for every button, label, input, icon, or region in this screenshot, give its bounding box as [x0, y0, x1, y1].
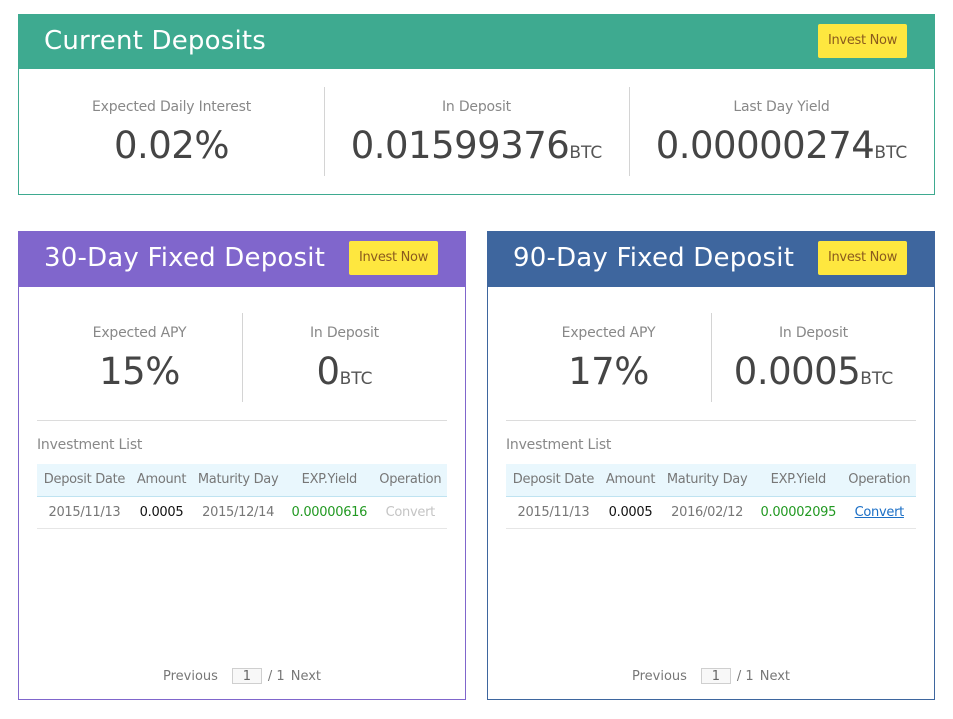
cell-exp-yield: 0.00000616	[285, 496, 374, 529]
stat-expected-apy: Expected APY 15%	[37, 313, 242, 403]
investment-list-title: Investment List	[506, 437, 612, 453]
column-exp-yield: EXP.Yield	[754, 464, 843, 497]
column-amount: Amount	[131, 464, 192, 497]
stat-label: Expected APY	[561, 325, 656, 341]
cell-amount: 0.0005	[131, 496, 192, 529]
stat-label: In Deposit	[779, 325, 848, 341]
fixed-deposit-30-panel: 30-Day Fixed Deposit Invest Now Expected…	[18, 231, 466, 700]
column-exp-yield: EXP.Yield	[285, 464, 374, 497]
stat-value: 0.01599376BTC	[324, 124, 629, 175]
table-row: 2015/11/13 0.0005 2015/12/14 0.00000616 …	[37, 496, 447, 529]
stat-number: 0.00000274	[655, 124, 875, 167]
fixed-deposit-90-panel: 90-Day Fixed Deposit Invest Now Expected…	[487, 231, 935, 700]
cell-deposit-date: 2015/11/13	[37, 496, 132, 529]
investment-table: Deposit Date Amount Maturity Day EXP.Yie…	[506, 464, 916, 529]
panel-title: 30-Day Fixed Deposit	[44, 243, 326, 273]
stat-label: In Deposit	[442, 99, 511, 115]
stat-in-deposit: In Deposit 0.01599376BTC	[324, 87, 629, 177]
stat-value: 0BTC	[242, 350, 447, 401]
panel-title: Current Deposits	[44, 26, 267, 56]
panel-title: 90-Day Fixed Deposit	[513, 243, 795, 273]
stat-value: 15%	[37, 350, 242, 401]
stats-row: Expected APY 17% In Deposit 0.0005BTC	[488, 313, 934, 403]
stat-value: 0.0005BTC	[711, 350, 916, 401]
page-total: / 1	[736, 668, 754, 684]
cell-exp-yield: 0.00002095	[754, 496, 843, 529]
cell-amount: 0.0005	[600, 496, 661, 529]
column-maturity-day: Maturity Day	[191, 464, 286, 497]
fixed-deposit-30-header: 30-Day Fixed Deposit Invest Now	[18, 231, 466, 287]
next-page-link[interactable]: Next	[760, 669, 790, 684]
column-maturity-day: Maturity Day	[660, 464, 755, 497]
pagination: Previous / 1 Next	[19, 668, 465, 684]
stat-unit: BTC	[339, 369, 373, 389]
invest-now-button[interactable]: Invest Now	[818, 24, 907, 58]
invest-now-button[interactable]: Invest Now	[818, 241, 907, 275]
fixed-deposit-90-header: 90-Day Fixed Deposit Invest Now	[487, 231, 935, 287]
page-total: / 1	[267, 668, 285, 684]
previous-page-link[interactable]: Previous	[632, 669, 687, 684]
current-deposits-header: Current Deposits Invest Now	[18, 14, 935, 69]
page-number-input[interactable]	[231, 668, 262, 684]
column-deposit-date: Deposit Date	[506, 464, 601, 497]
cell-maturity-day: 2016/02/12	[660, 496, 755, 529]
stat-expected-apy: Expected APY 17%	[506, 313, 711, 403]
stat-label: In Deposit	[310, 325, 379, 341]
table-header-row: Deposit Date Amount Maturity Day EXP.Yie…	[506, 464, 916, 497]
column-operation: Operation	[373, 464, 447, 497]
stat-in-deposit: In Deposit 0BTC	[242, 313, 447, 403]
table-row: 2015/11/13 0.0005 2016/02/12 0.00002095 …	[506, 496, 916, 529]
stat-number: 0.02%	[113, 124, 230, 167]
stat-label: Expected APY	[92, 325, 187, 341]
stat-label: Expected Daily Interest	[92, 99, 251, 115]
divider	[506, 420, 916, 421]
stat-unit: BTC	[569, 143, 603, 163]
stat-number: 0	[316, 350, 341, 393]
page-number-input[interactable]	[700, 668, 731, 684]
investment-list-title: Investment List	[37, 437, 143, 453]
stat-expected-daily-interest: Expected Daily Interest 0.02%	[19, 87, 324, 177]
cell-operation: Convert	[373, 496, 447, 529]
stat-number: 0.0005	[733, 350, 861, 393]
convert-button-disabled: Convert	[385, 504, 436, 520]
column-deposit-date: Deposit Date	[37, 464, 132, 497]
next-page-link[interactable]: Next	[291, 669, 321, 684]
cell-operation: Convert	[842, 496, 916, 529]
stat-number: 15%	[99, 350, 180, 393]
current-deposits-panel: Current Deposits Invest Now Expected Dai…	[18, 14, 935, 195]
stat-value: 0.00000274BTC	[629, 124, 934, 175]
stat-number: 17%	[568, 350, 649, 393]
stat-value: 0.02%	[19, 124, 324, 175]
table-header-row: Deposit Date Amount Maturity Day EXP.Yie…	[37, 464, 447, 497]
invest-now-button[interactable]: Invest Now	[349, 241, 438, 275]
stat-unit: BTC	[860, 369, 894, 389]
previous-page-link[interactable]: Previous	[163, 669, 218, 684]
investment-table: Deposit Date Amount Maturity Day EXP.Yie…	[37, 464, 447, 529]
stats-row: Expected Daily Interest 0.02% In Deposit…	[19, 87, 934, 177]
convert-link[interactable]: Convert	[855, 505, 905, 520]
stat-number: 0.01599376	[350, 124, 570, 167]
stat-label: Last Day Yield	[733, 99, 830, 115]
cell-deposit-date: 2015/11/13	[506, 496, 601, 529]
stat-in-deposit: In Deposit 0.0005BTC	[711, 313, 916, 403]
pagination: Previous / 1 Next	[488, 668, 934, 684]
column-operation: Operation	[842, 464, 916, 497]
stats-row: Expected APY 15% In Deposit 0BTC	[19, 313, 465, 403]
divider	[37, 420, 447, 421]
column-amount: Amount	[600, 464, 661, 497]
stat-unit: BTC	[874, 143, 908, 163]
cell-maturity-day: 2015/12/14	[191, 496, 286, 529]
stat-last-day-yield: Last Day Yield 0.00000274BTC	[629, 87, 934, 177]
stat-value: 17%	[506, 350, 711, 401]
